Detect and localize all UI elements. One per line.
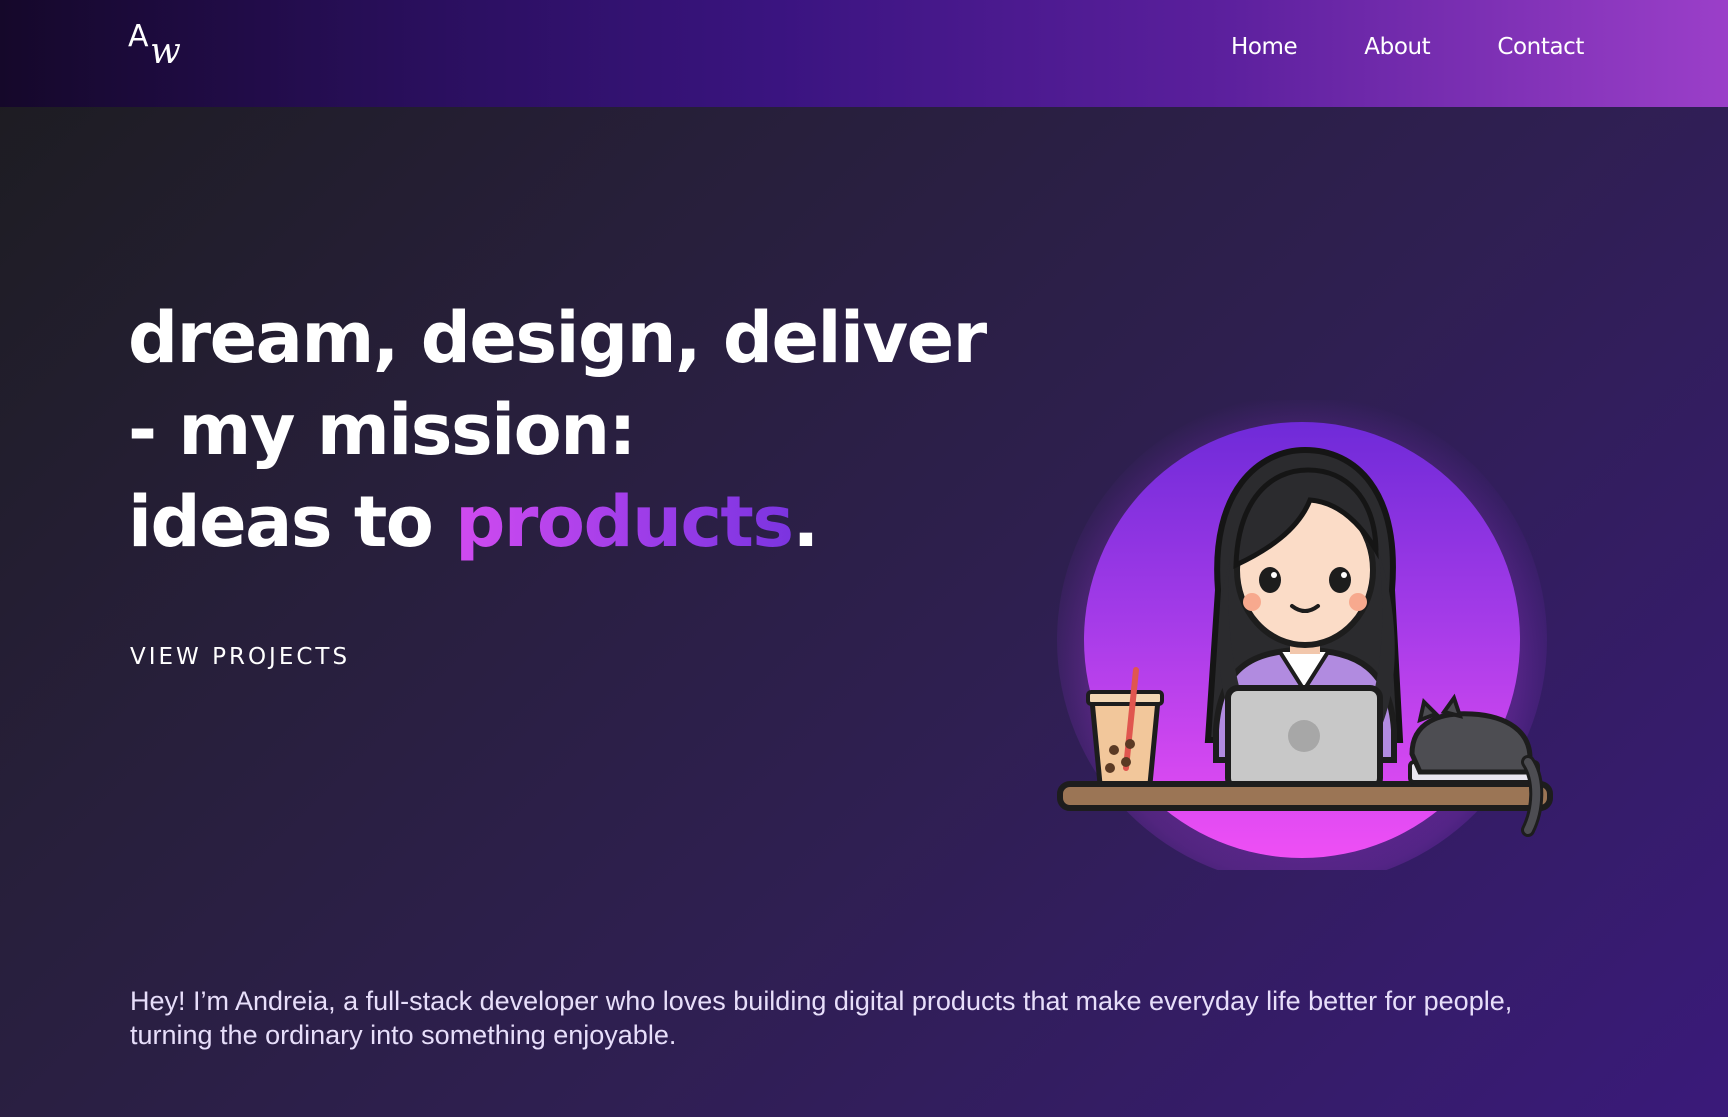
desk (1057, 781, 1553, 811)
logo[interactable]: A w (128, 22, 192, 78)
hero-line-3-suffix: . (792, 481, 820, 563)
intro-paragraph: Hey! I’m Andreia, a full-stack developer… (130, 986, 1513, 1050)
laptop-logo (1288, 720, 1320, 752)
left-eye-shine (1271, 572, 1277, 578)
boba-pearl (1109, 745, 1119, 755)
view-projects-button[interactable]: VIEW PROJECTS (130, 644, 350, 670)
boba-pearl (1125, 739, 1135, 749)
logo-letter-w: w (150, 31, 181, 72)
logo-letter-a: A (128, 19, 149, 54)
hero-headline: dream, design, deliver - my mission: ide… (128, 292, 987, 568)
right-eye (1329, 567, 1351, 593)
boba-pearl (1121, 757, 1131, 767)
nav-contact-link[interactable]: Contact (1497, 34, 1584, 60)
nav-home-link[interactable]: Home (1231, 34, 1298, 60)
hero-line-1: dream, design, deliver (128, 297, 987, 379)
left-cheek (1243, 593, 1261, 611)
right-eye-shine (1341, 572, 1347, 578)
hero-line-2: - my mission: (128, 389, 637, 471)
nav-links: Home About Contact (1231, 34, 1584, 60)
avatar-illustration-svg (1057, 395, 1553, 885)
cat-body (1409, 711, 1533, 775)
boba-pearl (1105, 763, 1115, 773)
boba-cup (1089, 697, 1161, 787)
right-cheek (1349, 593, 1367, 611)
developer-avatar-illustration (1040, 395, 1560, 885)
top-navbar: A w Home About Contact (0, 0, 1728, 107)
nav-about-link[interactable]: About (1364, 34, 1430, 60)
boba-lid (1086, 690, 1164, 706)
hero-accent-word: products (455, 481, 794, 563)
hero-line-3-prefix: ideas to (128, 481, 456, 563)
hero-line-3: ideas to products. (128, 476, 986, 568)
left-eye (1259, 567, 1281, 593)
